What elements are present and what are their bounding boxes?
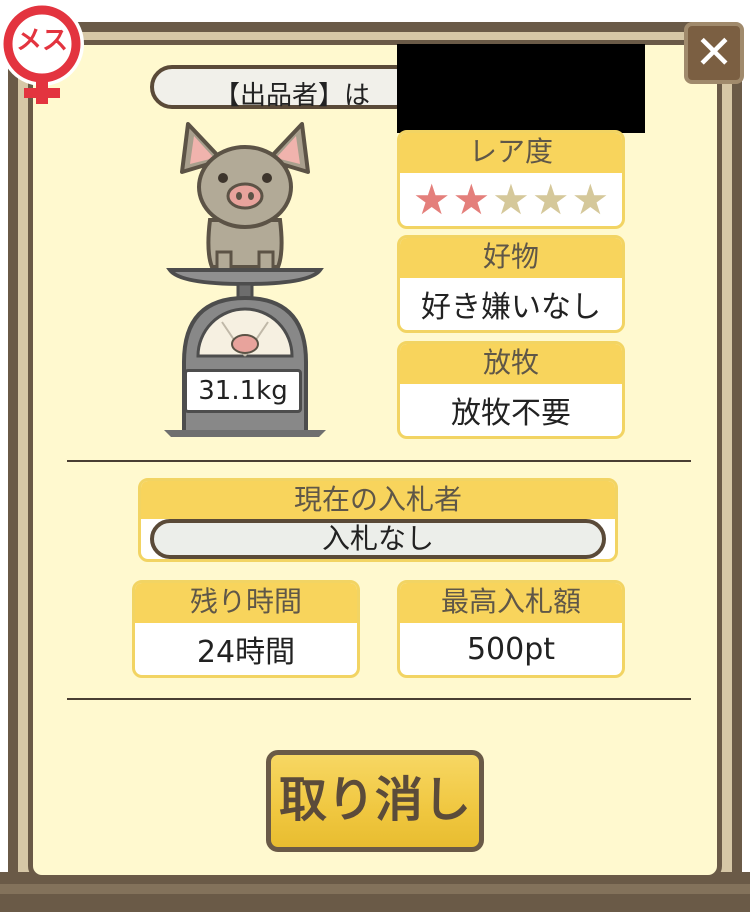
section-divider-bottom	[67, 698, 691, 700]
bottom-stripe	[0, 884, 750, 894]
highest-bid-label: 最高入札額	[400, 583, 622, 623]
favorite-food-card: 好物 好き嫌いなし	[397, 235, 625, 333]
star-filled-icon: ★	[412, 174, 451, 224]
weight-display: 31.1kg	[184, 369, 302, 413]
time-left-card: 残り時間 24時間	[132, 580, 360, 678]
grazing-label: 放牧	[400, 344, 622, 384]
highest-bid-card: 最高入札額 500pt	[397, 580, 625, 678]
gender-label: メス	[16, 26, 68, 56]
highest-bid-value: 500pt	[466, 631, 556, 667]
rarity-card: レア度 ★ ★ ★ ★ ★	[397, 130, 625, 229]
seller-label: 【出品者】は	[214, 81, 371, 111]
current-bidder-label: 現在の入札者	[141, 481, 615, 519]
grazing-value: 放牧不要	[451, 396, 571, 431]
favorite-food-value: 好き嫌いなし	[421, 290, 601, 325]
star-empty-icon: ★	[531, 174, 570, 224]
star-empty-icon: ★	[571, 174, 610, 224]
time-left-value: 24時間	[196, 635, 296, 670]
current-bidder-card: 現在の入札者 入札なし	[138, 478, 618, 562]
time-left-label: 残り時間	[135, 583, 357, 623]
rarity-stars: ★ ★ ★ ★ ★	[400, 173, 622, 226]
star-filled-icon: ★	[452, 174, 491, 224]
cancel-button[interactable]: 取り消し	[266, 750, 484, 852]
redacted-seller-name	[397, 44, 645, 133]
star-empty-icon: ★	[492, 174, 530, 224]
favorite-food-label: 好物	[400, 238, 622, 278]
current-bidder-value: 入札なし	[150, 519, 606, 559]
female-gender-icon: メス	[0, 0, 100, 108]
grazing-card: 放牧 放牧不要	[397, 341, 625, 439]
close-button[interactable]: ✕	[684, 22, 744, 84]
section-divider-top	[67, 460, 691, 462]
rarity-label: レア度	[400, 133, 622, 173]
seller-name-field: 【出品者】は	[150, 65, 418, 111]
